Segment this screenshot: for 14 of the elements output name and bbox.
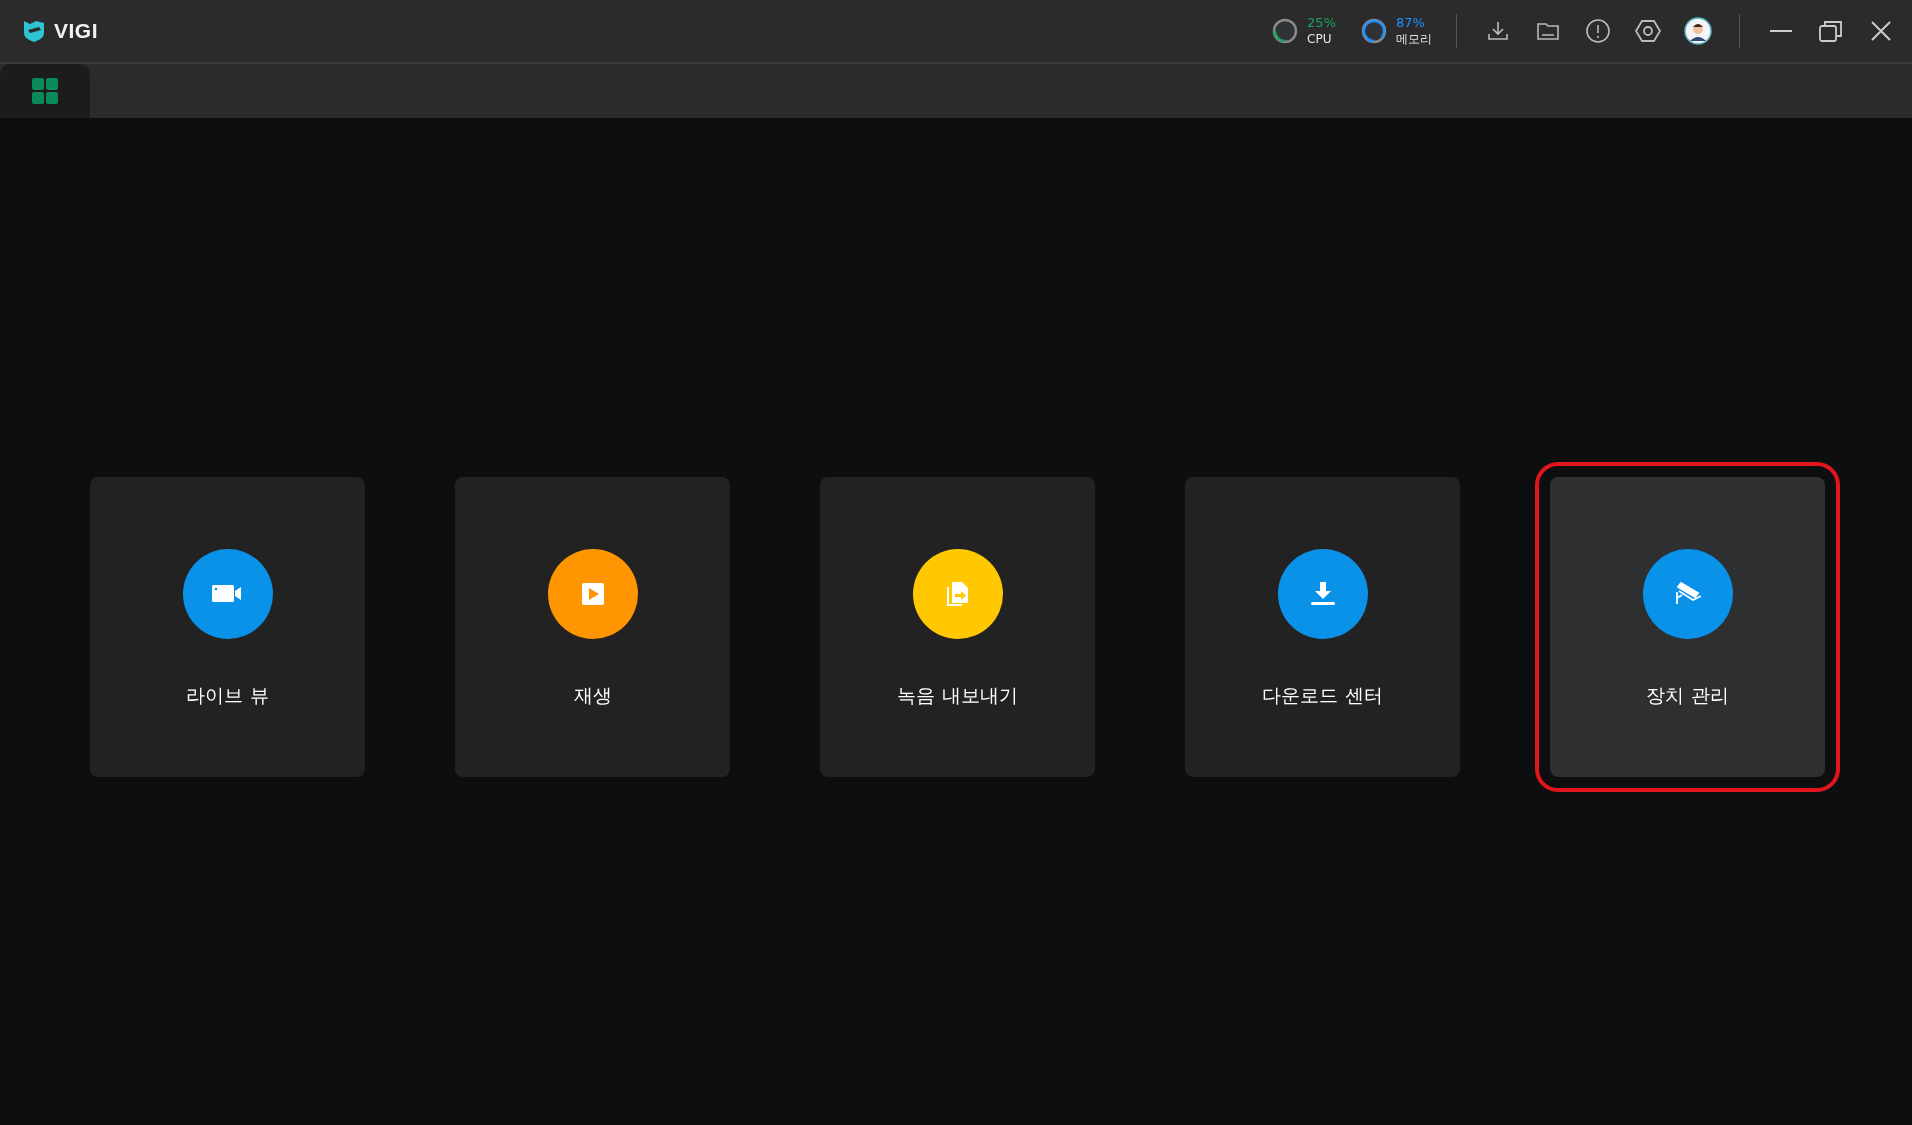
usage-label: 메모리 (1396, 31, 1432, 47)
logo-icon (22, 19, 46, 43)
app-tile[interactable]: 라이브 뷰 (90, 477, 365, 777)
app-name: VIGI (54, 18, 98, 45)
app-tile[interactable]: 다운로드 센터 (1185, 477, 1460, 777)
home-tab[interactable] (0, 64, 90, 118)
grid-icon (31, 77, 59, 105)
app-tile[interactable]: 녹음 내보내기 (820, 477, 1095, 777)
avatar-icon[interactable] (1681, 14, 1715, 48)
usage-reading: 25% (1307, 15, 1336, 31)
usage-reading: 87% (1396, 15, 1426, 31)
app-tile[interactable]: 장치 관리 (1550, 477, 1825, 777)
usage-label: CPU (1307, 31, 1333, 47)
app-tile[interactable]: 재생 (455, 477, 730, 777)
